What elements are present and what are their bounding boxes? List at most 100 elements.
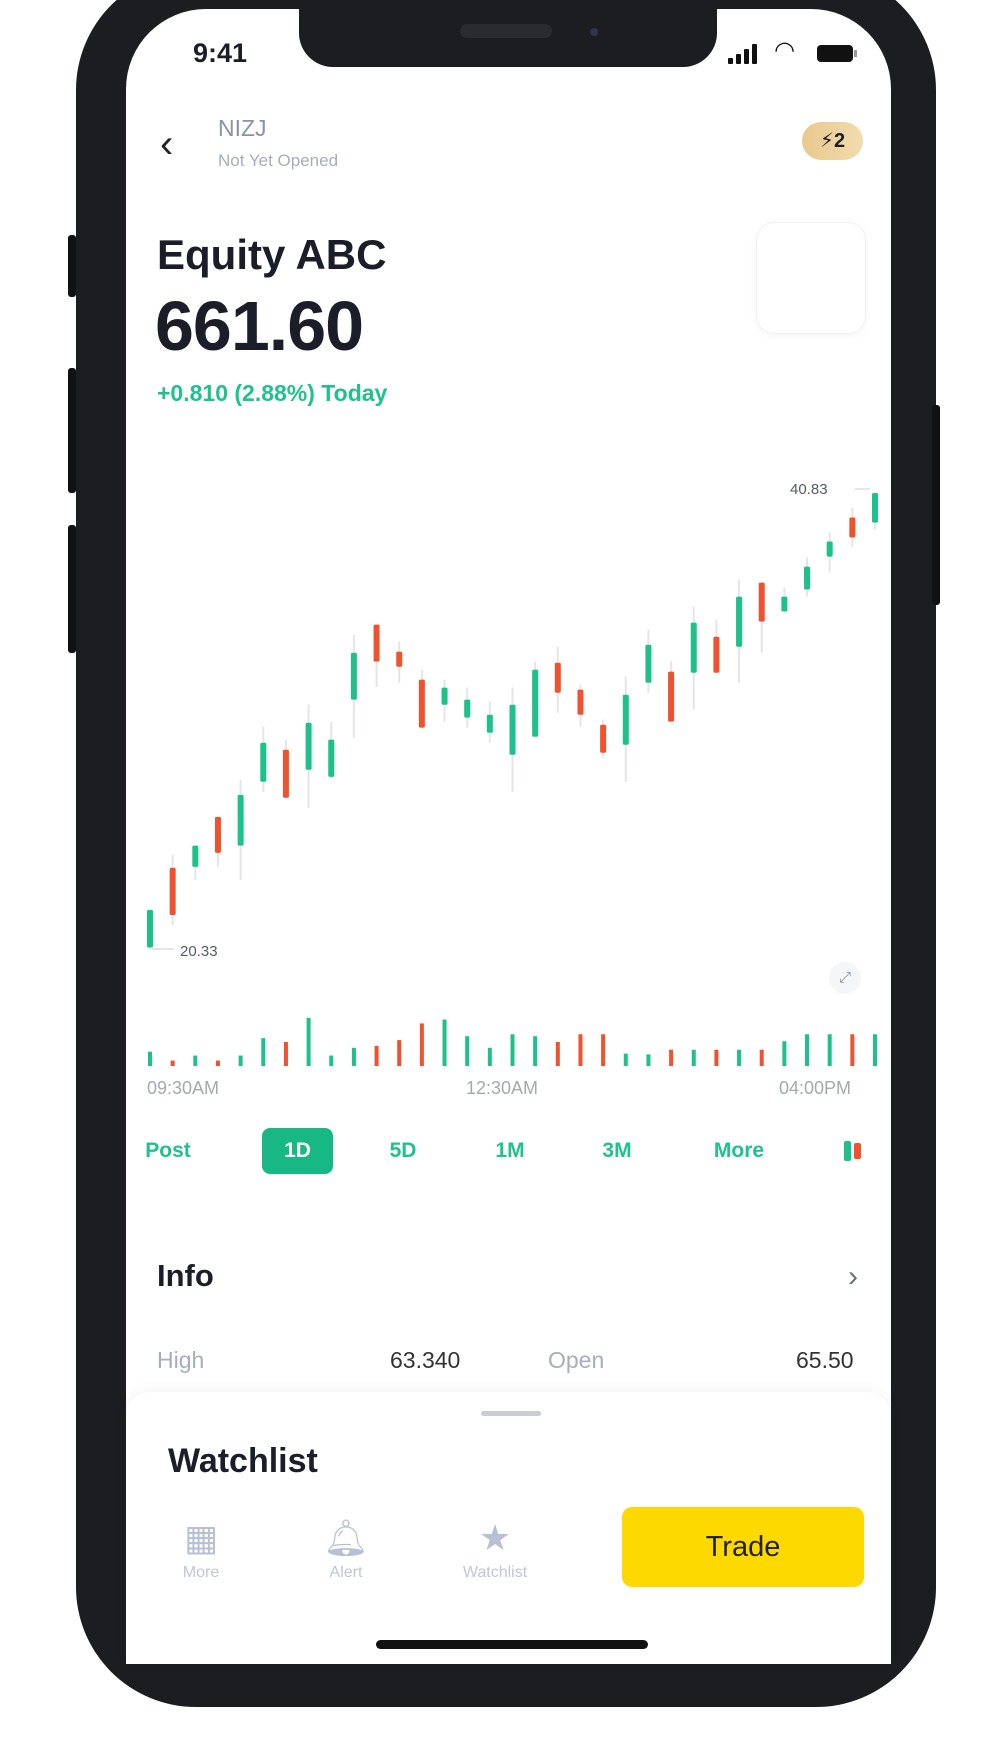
candle-body [758,582,765,622]
alert-tool-icon[interactable]: ♎ [818,285,851,317]
candle-body [600,724,607,753]
high-value: 63.340 [390,1347,461,1373]
volume-bar [601,1034,606,1066]
candle-body [282,749,289,798]
nav-more[interactable]: ▦ More [146,1518,256,1582]
nav-watchlist-label: Watchlist [462,1564,528,1581]
equity-price: 661.60 [155,287,364,365]
watchlist-title: Watchlist [168,1442,318,1480]
candle-body [147,909,153,948]
high-label: 40.83 [790,481,828,498]
compare-icon[interactable]: ⇥ [818,240,851,272]
candle-body [328,739,335,777]
candle-body [464,699,471,718]
volume-bar [170,1060,175,1066]
sheet-drag-handle[interactable] [481,1411,541,1416]
wifi-icon: ◠ [774,37,795,64]
range-5d[interactable]: 5D [378,1128,428,1174]
candle-body [396,651,403,667]
volume-bar [148,1051,152,1066]
candle-body [826,541,833,557]
open-value: 65.50 [796,1347,854,1373]
high-label: High [157,1347,205,1373]
volume-bar [691,1049,696,1066]
volume-bar [329,1055,334,1066]
volume-bar [419,1023,424,1066]
volume-bar [555,1042,560,1066]
back-button[interactable]: ‹ [160,124,173,164]
candlestick-chart[interactable]: 40.83 20.33 [126,470,891,1110]
candle-body [373,624,380,662]
volume-bar [714,1049,719,1066]
candle-body [713,636,720,673]
power-button [932,405,940,605]
candle-body [668,671,675,722]
status-time: 9:41 [193,38,248,68]
star-icon: ★ [478,1517,512,1558]
expand-chart-icon[interactable]: ⤢ [829,962,861,994]
candle-body [622,694,629,745]
volume-bar [578,1034,583,1066]
home-indicator [376,1640,648,1649]
candle-body [577,689,584,715]
volume-bar [442,1019,447,1066]
ticker-symbol: NIZJ [218,115,267,141]
volume-bar [487,1047,492,1066]
chart-type-candle-icon[interactable] [837,1128,867,1174]
range-post[interactable]: Post [140,1128,196,1174]
candle-body [872,493,878,523]
range-1d[interactable]: 1D [262,1128,333,1174]
nav-more-label: More [182,1564,220,1581]
volume-bar [737,1049,742,1066]
equity-name: Equity ABC [157,231,387,278]
volume-bar [873,1034,877,1066]
volume-bar [397,1040,402,1066]
volume-bar [759,1049,764,1066]
candle-body [192,845,199,867]
candle-body [781,596,788,612]
volume-bar [261,1038,266,1066]
volume-bar [533,1036,538,1066]
candle-body [736,596,743,647]
nav-alert[interactable]: 🔔︎ Alert [291,1518,401,1582]
volume-bar [283,1042,288,1066]
x-tick-label: 12:30AM [466,1078,539,1098]
volume-bar [510,1034,515,1066]
volume-bar [215,1060,220,1066]
range-more[interactable]: More [707,1128,771,1174]
x-tick-label: 09:30AM [147,1078,220,1098]
draw-tool-icon[interactable]: ✎ [771,240,804,272]
battery-tip [854,50,857,57]
candle-body [305,722,312,770]
volume-bar [623,1053,628,1066]
info-chevron-icon[interactable]: › [848,1260,858,1294]
info-title: Info [157,1258,214,1293]
candle-body [645,644,652,683]
price-change: +0.810 (2.88%) Today [157,380,388,406]
range-1m[interactable]: 1M [485,1128,535,1174]
bell-icon: 🔔︎ [323,1517,369,1558]
volume-bar [306,1018,311,1066]
nav-watchlist[interactable]: ★ Watchlist [440,1518,550,1582]
candle-body [260,742,267,782]
volume-bar [850,1034,855,1066]
range-3m[interactable]: 3M [592,1128,642,1174]
candle-body [418,679,425,728]
range-selector: Post 1D 5D 1M 3M More [140,1128,880,1174]
trade-button[interactable]: Trade [622,1507,864,1587]
lightning-badge[interactable]: ⚡2 [802,122,863,160]
volume-bar [827,1034,832,1066]
market-status: Not Yet Opened [218,151,339,170]
candle-body [849,517,856,538]
volume-up-button [68,368,76,493]
candle-body [486,714,493,733]
candle-body [690,622,697,673]
open-label: Open [548,1347,605,1373]
indicator-icon[interactable]: ▣ [771,285,804,317]
candle-body [509,704,516,755]
candle-body [169,867,176,915]
camera [590,28,598,36]
low-label: 20.33 [180,943,218,960]
speaker [460,24,552,38]
candle-body [532,669,539,737]
